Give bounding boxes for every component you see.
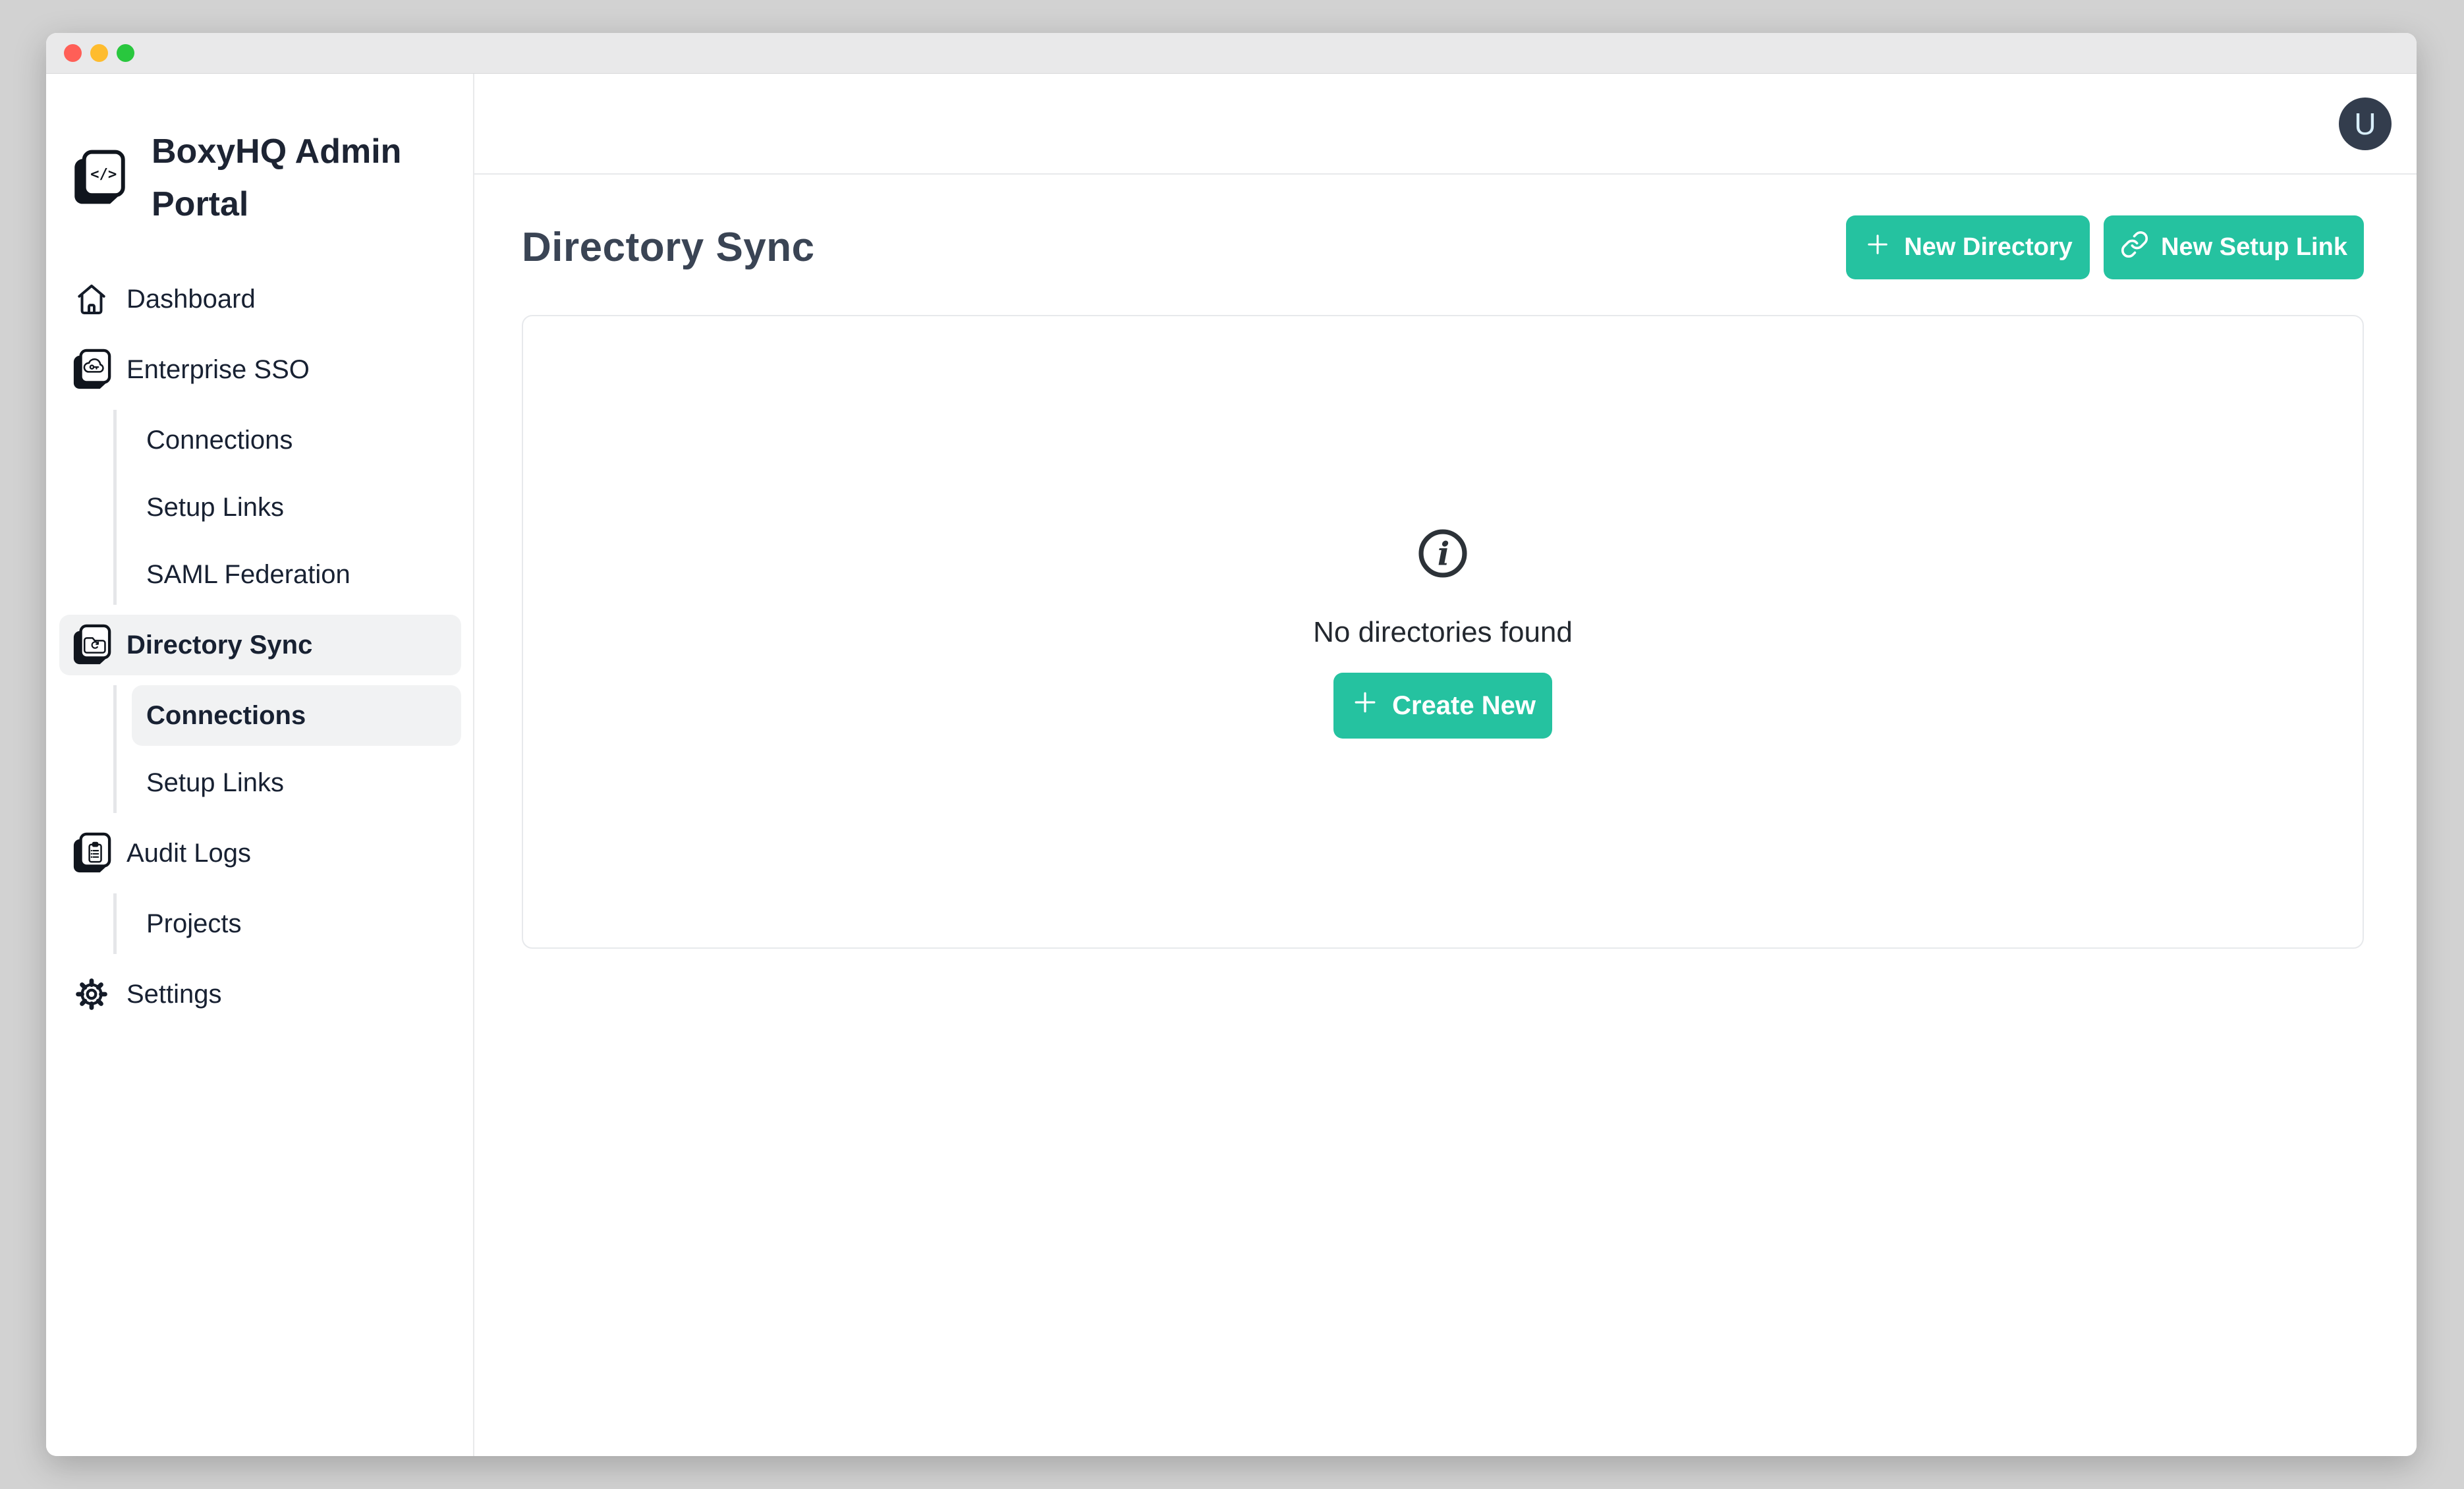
svg-text:</>: </> xyxy=(90,165,117,183)
new-directory-button[interactable]: New Directory xyxy=(1846,215,2090,279)
app-body: </> BoxyHQ Admin Portal xyxy=(46,74,2417,1456)
audit-logs-submenu: Projects xyxy=(113,893,461,954)
gear-icon xyxy=(71,976,112,1012)
sidebar-item-label: Directory Sync xyxy=(126,631,312,660)
enterprise-sso-submenu: Connections Setup Links SAML Federation xyxy=(113,410,461,605)
minimize-window-button[interactable] xyxy=(90,44,108,62)
home-icon xyxy=(71,281,112,318)
audit-logs-clipboard-keycap-icon xyxy=(71,832,112,874)
sidebar-item-directory-sync[interactable]: Directory Sync xyxy=(59,615,461,675)
new-setup-link-button[interactable]: New Setup Link xyxy=(2104,215,2364,279)
topbar: U xyxy=(474,74,2417,175)
sidebar: </> BoxyHQ Admin Portal xyxy=(46,74,474,1456)
brand-title: BoxyHQ Admin Portal xyxy=(152,125,422,231)
window-titlebar xyxy=(46,33,2417,74)
sso-cloud-key-keycap-icon xyxy=(71,349,112,391)
main-area: U Directory Sync xyxy=(474,74,2417,1456)
user-avatar[interactable]: U xyxy=(2339,98,2392,150)
page-content: Directory Sync New Directory xyxy=(474,175,2417,949)
info-icon: i xyxy=(1414,525,1471,582)
sidebar-item-label: Dashboard xyxy=(126,285,256,314)
sidebar-subitem-label: Setup Links xyxy=(146,493,284,522)
close-window-button[interactable] xyxy=(64,44,82,62)
create-new-button[interactable]: Create New xyxy=(1333,673,1552,739)
sidebar-item-dsync-setup-links[interactable]: Setup Links xyxy=(132,752,461,813)
create-new-label: Create New xyxy=(1392,691,1536,721)
sidebar-item-settings[interactable]: Settings xyxy=(59,964,461,1025)
new-setup-link-label: New Setup Link xyxy=(2161,233,2347,262)
page-header: Directory Sync New Directory xyxy=(522,215,2364,279)
sidebar-item-sso-setup-links[interactable]: Setup Links xyxy=(132,477,461,538)
sidebar-subitem-label: SAML Federation xyxy=(146,560,350,590)
zoom-window-button[interactable] xyxy=(117,44,134,62)
sidebar-item-dashboard[interactable]: Dashboard xyxy=(59,269,461,329)
sidebar-item-audit-projects[interactable]: Projects xyxy=(132,893,461,954)
new-directory-label: New Directory xyxy=(1904,233,2073,262)
sidebar-subitem-label: Connections xyxy=(146,701,306,731)
boxyhq-logo-icon: </> xyxy=(71,149,126,207)
plus-icon xyxy=(1350,687,1380,724)
directory-sync-submenu: Connections Setup Links xyxy=(113,685,461,813)
sidebar-item-label: Enterprise SSO xyxy=(126,355,310,385)
sidebar-item-dsync-connections[interactable]: Connections xyxy=(132,685,461,746)
sidebar-item-audit-logs[interactable]: Audit Logs xyxy=(59,823,461,884)
sidebar-item-sso-connections[interactable]: Connections xyxy=(132,410,461,470)
app-window: </> BoxyHQ Admin Portal xyxy=(46,33,2417,1456)
page-title: Directory Sync xyxy=(522,224,815,271)
page-actions: New Directory New Setup Link xyxy=(1846,215,2364,279)
sidebar-item-enterprise-sso[interactable]: Enterprise SSO xyxy=(59,339,461,400)
sidebar-item-label: Settings xyxy=(126,980,222,1009)
link-icon xyxy=(2120,230,2149,266)
empty-state-message: No directories found xyxy=(1313,616,1573,649)
sidebar-item-saml-federation[interactable]: SAML Federation xyxy=(132,544,461,605)
sidebar-subitem-label: Setup Links xyxy=(146,768,284,798)
empty-state-card: i No directories found Create New xyxy=(522,315,2364,949)
directory-sync-folder-keycap-icon xyxy=(71,624,112,666)
desktop-background: </> BoxyHQ Admin Portal xyxy=(0,0,2464,1489)
sidebar-item-label: Audit Logs xyxy=(126,839,251,868)
sidebar-subitem-label: Projects xyxy=(146,909,242,939)
plus-icon xyxy=(1863,230,1892,266)
brand[interactable]: </> BoxyHQ Admin Portal xyxy=(71,125,461,231)
sidebar-nav: Dashboard xyxy=(59,269,461,1025)
sidebar-subitem-label: Connections xyxy=(146,426,293,455)
avatar-letter: U xyxy=(2354,106,2376,142)
svg-text:i: i xyxy=(1438,536,1449,573)
